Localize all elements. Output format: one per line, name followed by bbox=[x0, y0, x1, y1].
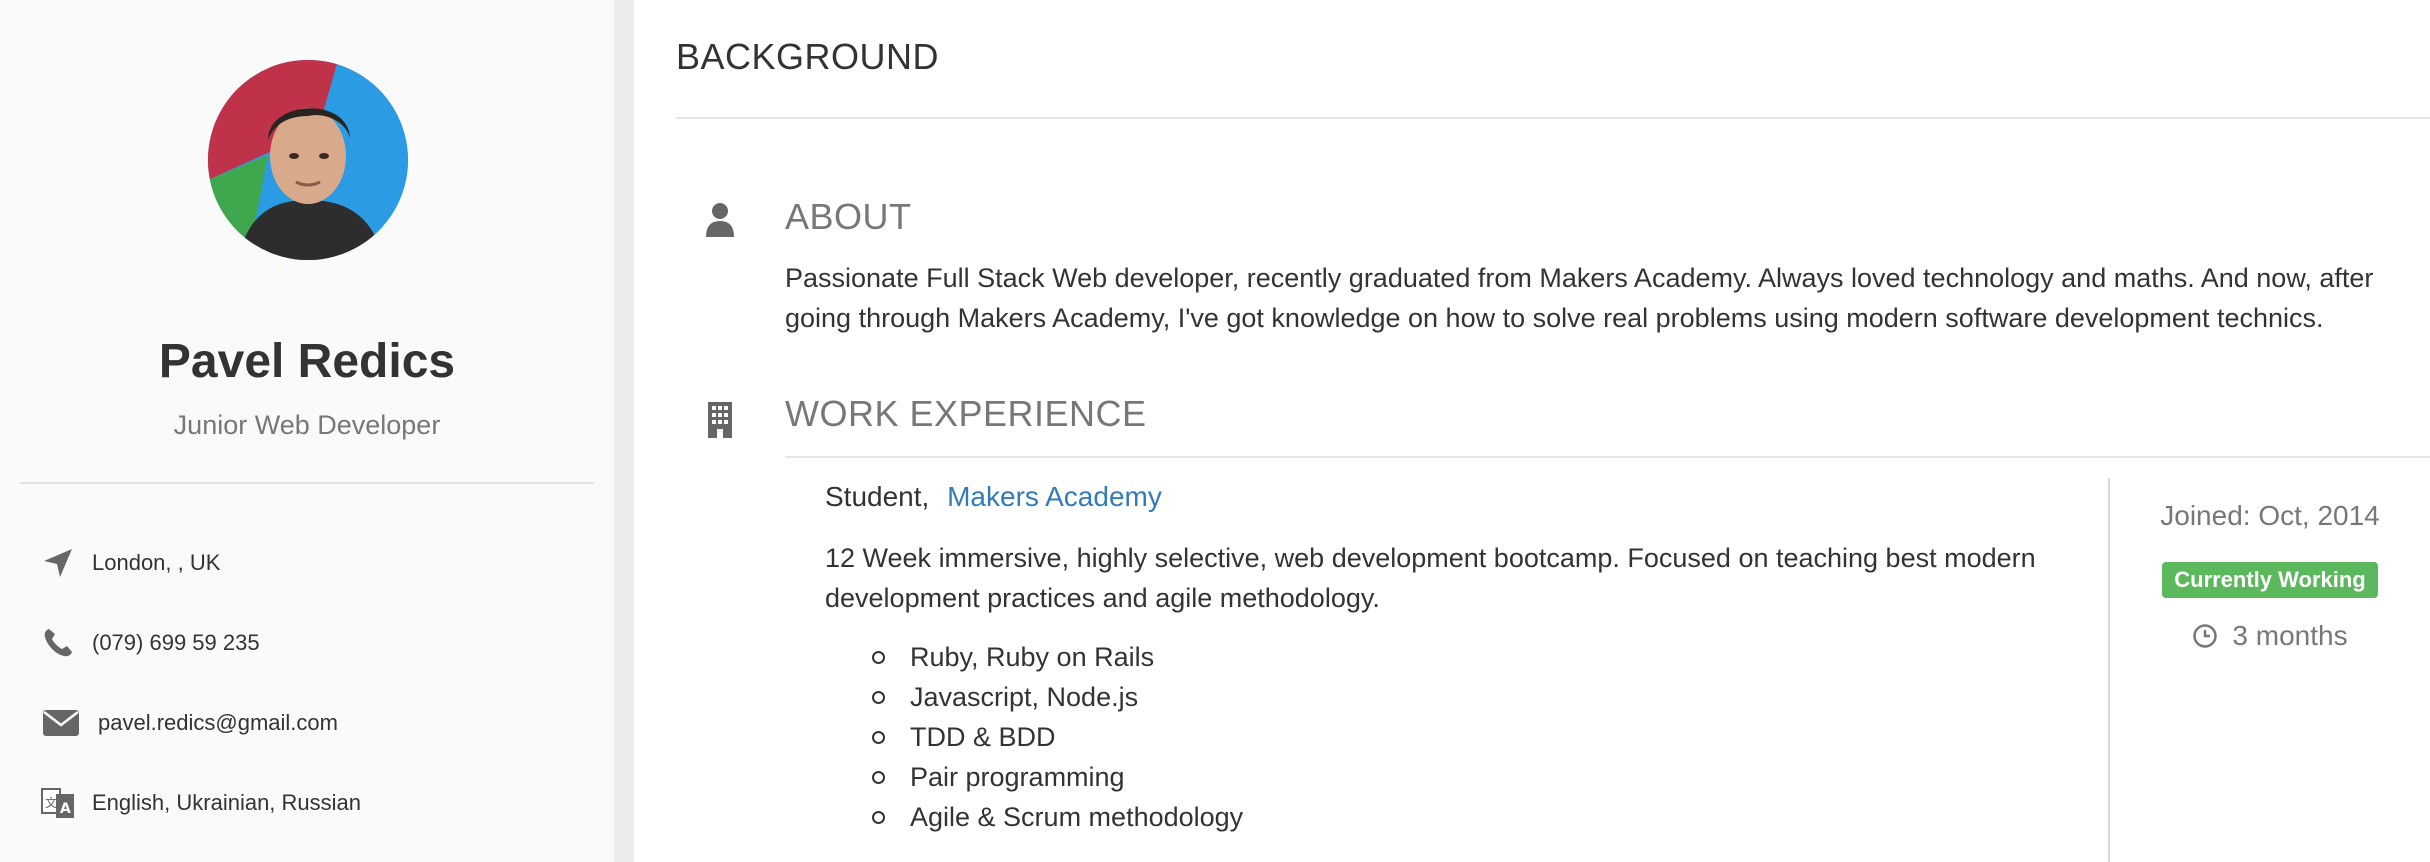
contact-location: London, , UK bbox=[38, 543, 220, 583]
contact-email[interactable]: pavel.redics@gmail.com bbox=[38, 703, 338, 743]
svg-text:A: A bbox=[60, 801, 71, 817]
location-arrow-icon bbox=[38, 543, 78, 583]
contact-email-text[interactable]: pavel.redics@gmail.com bbox=[98, 710, 338, 736]
background-panel: BACKGROUND ABOUT Passionate Full Stack W… bbox=[634, 0, 2430, 862]
avatar bbox=[208, 60, 408, 260]
work-experience-title: WORK EXPERIENCE bbox=[785, 393, 1147, 434]
job-description: 12 Week immersive, highly selective, web… bbox=[825, 543, 2036, 613]
title-divider bbox=[676, 117, 2430, 119]
joined-info: Joined: Oct, 2014 bbox=[2110, 500, 2430, 532]
joined-label: Joined: bbox=[2160, 500, 2251, 531]
status-badge-wrap: Currently Working bbox=[2110, 562, 2430, 598]
about-title: ABOUT bbox=[785, 196, 912, 237]
contact-phone: (079) 699 59 235 bbox=[38, 623, 260, 663]
job-meta-divider bbox=[2108, 478, 2110, 862]
contact-languages: 文A English, Ukrainian, Russian bbox=[38, 783, 361, 823]
list-item: Ruby, Ruby on Rails bbox=[864, 637, 1243, 677]
list-item: Agile & Scrum methodology bbox=[864, 797, 1243, 837]
joined-date: Oct, 2014 bbox=[2258, 500, 2380, 531]
status-badge: Currently Working bbox=[2162, 562, 2378, 598]
language-icon: 文A bbox=[38, 783, 78, 823]
clock-icon bbox=[2193, 624, 2218, 648]
phone-icon bbox=[38, 623, 78, 663]
list-item: TDD & BDD bbox=[864, 717, 1243, 757]
contact-location-text: London, , UK bbox=[92, 550, 221, 575]
background-title: BACKGROUND bbox=[676, 36, 940, 77]
sidebar-divider bbox=[20, 482, 594, 484]
envelope-icon bbox=[38, 703, 84, 743]
user-icon bbox=[700, 199, 740, 239]
work-divider bbox=[785, 456, 2430, 458]
profile-name: Pavel Redics bbox=[158, 335, 456, 388]
about-text: Passionate Full Stack Web developer, rec… bbox=[785, 263, 2374, 333]
building-icon bbox=[700, 400, 740, 440]
contact-languages-text: English, Ukrainian, Russian bbox=[92, 790, 362, 815]
list-item: Pair programming bbox=[864, 757, 1243, 797]
contact-phone-text: (079) 699 59 235 bbox=[92, 630, 260, 655]
company-link[interactable]: Makers Academy bbox=[947, 481, 1162, 512]
profile-title: Junior Web Developer bbox=[173, 410, 441, 440]
profile-sidebar: Pavel Redics Junior Web Developer London… bbox=[0, 0, 614, 862]
job-position: Student, bbox=[825, 481, 930, 512]
svg-text:文: 文 bbox=[45, 795, 57, 810]
job-heading: Student, Makers Academy bbox=[825, 481, 1162, 513]
list-item: Javascript, Node.js bbox=[864, 677, 1243, 717]
duration-text: 3 months bbox=[2232, 620, 2348, 651]
job-skills-list: Ruby, Ruby on Rails Javascript, Node.js … bbox=[864, 637, 1243, 837]
job-duration: 3 months bbox=[2110, 620, 2430, 652]
